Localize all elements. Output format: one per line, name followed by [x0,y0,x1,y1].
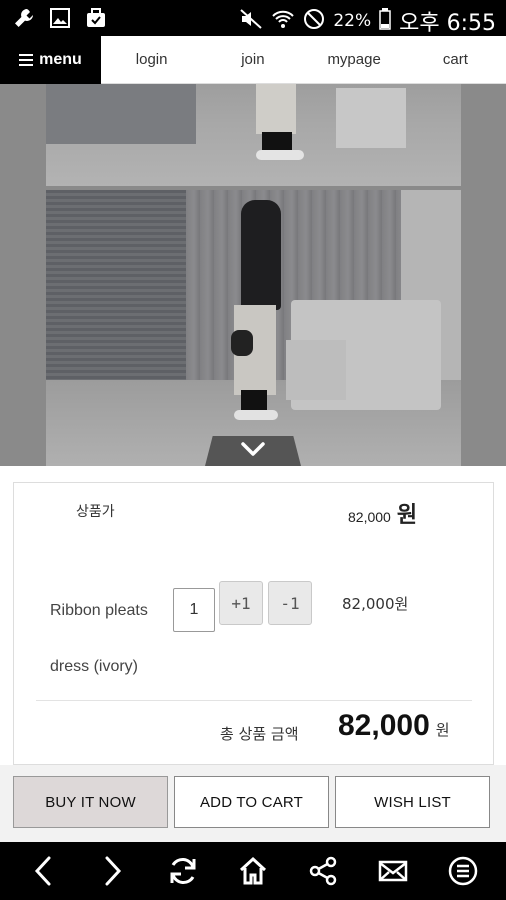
product-gallery [0,84,506,466]
price-unit: 원 [396,503,418,528]
mute-icon [239,8,263,34]
forward-icon[interactable] [93,851,133,891]
mail-icon[interactable] [373,851,413,891]
product-photo [46,190,461,466]
action-bar: BUY IT NOW ADD TO CART WISH LIST [0,765,506,842]
menu-circle-icon[interactable] [443,851,483,891]
no-sign-icon [303,8,325,34]
wish-list-button[interactable]: WISH LIST [335,776,490,828]
line-price: 82,000원 [342,595,409,613]
quantity-plus-button[interactable]: +1 [219,581,263,625]
top-nav: menu login join mypage cart [0,36,506,84]
menu-button[interactable]: menu [0,36,101,84]
share-icon[interactable] [303,851,343,891]
nav-join[interactable]: join [202,36,303,83]
bag-check-icon [84,6,108,30]
product-info-panel: 상품가 82,000 원 Ribbon pleats dress (ivory)… [13,482,494,765]
nav-login[interactable]: login [101,36,202,83]
price-value: 82,000 원 [348,497,417,529]
total-unit: 원 [435,721,450,739]
add-to-cart-button[interactable]: ADD TO CART [174,776,329,828]
image-icon [48,6,72,30]
wifi-icon [271,8,295,34]
menu-label: menu [39,51,82,68]
chevron-down-icon [240,441,266,462]
nav-cart[interactable]: cart [405,36,506,83]
nav-mypage[interactable]: mypage [304,36,405,83]
quantity-minus-button[interactable]: -1 [268,581,312,625]
back-icon[interactable] [23,851,63,891]
clock: 오후 6:55 [399,11,496,36]
price-label: 상품가 [76,504,115,520]
product-name: Ribbon pleats dress (ivory) [50,602,148,675]
total-amount: 82,000 [338,709,430,742]
battery-percent: 22% [333,11,372,31]
status-bar: 22% 오후 6:55 [0,0,506,36]
home-icon[interactable] [233,851,273,891]
battery-icon [379,8,391,34]
buy-now-button[interactable]: BUY IT NOW [13,776,168,828]
expand-toggle[interactable] [205,436,301,466]
refresh-icon[interactable] [163,851,203,891]
wrench-icon [12,6,36,30]
product-photo [46,84,461,186]
price-amount: 82,000 [348,509,391,525]
total-value: 82,000 원 [338,709,450,743]
quantity-input[interactable]: 1 [173,588,215,632]
total-label: 총 상품 금액 [220,725,299,743]
hamburger-icon [19,54,34,66]
divider [36,700,472,701]
browser-toolbar [0,842,506,900]
